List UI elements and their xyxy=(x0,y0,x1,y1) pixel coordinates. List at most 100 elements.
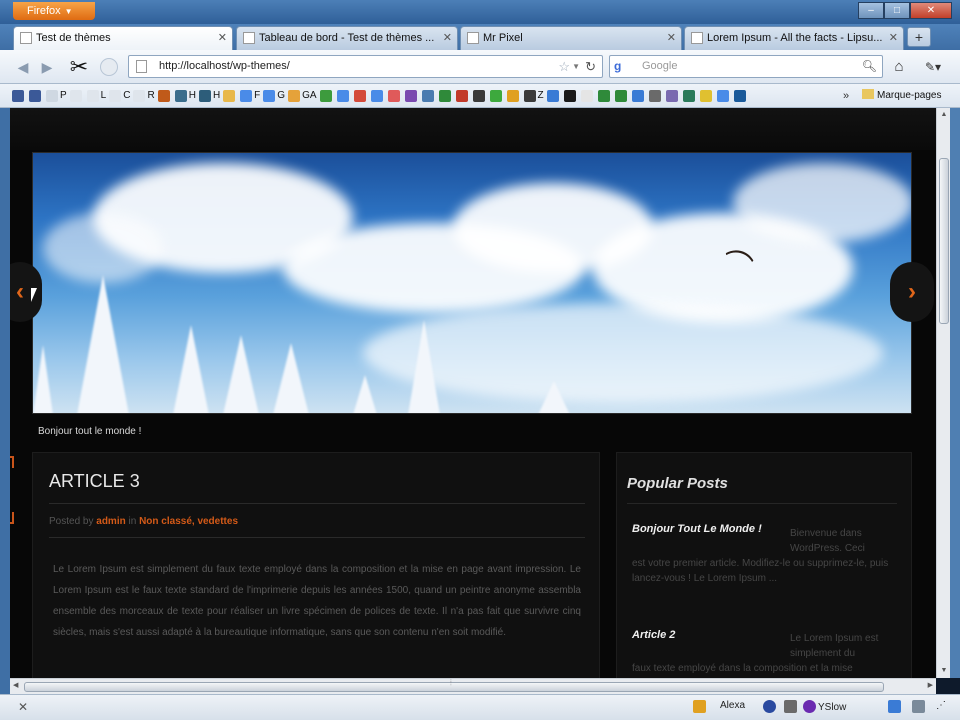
slider-next-button[interactable]: › xyxy=(890,262,934,322)
tab-tableau-de-bord[interactable]: Tableau de bord - Test de thèmes ... ✕ xyxy=(236,26,458,50)
forward-arrow-icon[interactable]: ▶ xyxy=(36,56,58,78)
popular-post-title[interactable]: Bonjour Tout Le Monde ! xyxy=(632,523,762,535)
addon-icon[interactable] xyxy=(784,700,799,713)
bookmark-item[interactable] xyxy=(489,89,504,102)
home-icon[interactable]: ⌂ xyxy=(888,56,910,78)
reload-icon[interactable]: ↻ xyxy=(585,56,596,77)
scroll-up-icon[interactable]: ▲ xyxy=(939,110,949,120)
close-tab-icon[interactable]: ✕ xyxy=(667,27,676,49)
bookmark-item[interactable]: C xyxy=(109,89,130,102)
close-tab-icon[interactable]: ✕ xyxy=(889,27,898,49)
tab-test-de-themes[interactable]: Test de thèmes ✕ xyxy=(13,26,233,50)
bookmark-item[interactable] xyxy=(631,89,646,102)
bookmark-item[interactable] xyxy=(455,89,470,102)
url-history-dropdown-icon[interactable]: ▼ xyxy=(572,56,580,77)
bookmark-item[interactable]: Z xyxy=(523,89,544,102)
url-bar[interactable]: http://localhost/wp-themes/ ☆ ▼ ↻ xyxy=(128,55,603,78)
bookmark-item[interactable] xyxy=(319,89,334,102)
slider-caption[interactable]: Bonjour tout le monde ! xyxy=(38,426,141,437)
search-input[interactable]: g Google 🔍︎ xyxy=(609,55,883,78)
bookmark-item[interactable]: GA xyxy=(288,89,317,102)
addon-icon[interactable] xyxy=(763,700,778,713)
bookmark-item[interactable]: L xyxy=(86,89,106,102)
bookmark-favicon-icon xyxy=(46,89,58,102)
featured-slider[interactable]: ⌒ xyxy=(32,152,912,414)
article-title[interactable]: ARTICLE 3 xyxy=(49,471,140,492)
slider-prev-button[interactable]: ‹ xyxy=(10,262,42,322)
bookmark-item[interactable] xyxy=(69,89,84,102)
bookmark-item[interactable] xyxy=(12,89,26,102)
scrollbar-thumb[interactable] xyxy=(24,682,884,692)
addon-icon[interactable] xyxy=(912,700,927,713)
category-links[interactable]: Non classé, vedettes xyxy=(139,516,238,527)
bookmark-item[interactable] xyxy=(546,89,561,102)
close-tab-icon[interactable]: ✕ xyxy=(218,27,227,49)
search-icon[interactable]: 🔍︎ xyxy=(862,56,877,77)
bookmark-item[interactable] xyxy=(29,89,43,102)
horizontal-scrollbar[interactable]: ◀ ⦙ ▶ xyxy=(10,678,936,694)
bookmark-item[interactable] xyxy=(648,89,663,102)
yslow-addon[interactable]: YSlow xyxy=(803,700,846,713)
bookmark-item[interactable] xyxy=(506,89,521,102)
scissors-icon[interactable]: ✂ xyxy=(64,54,94,80)
bookmark-item[interactable] xyxy=(421,89,436,102)
bookmark-item[interactable]: P xyxy=(46,89,67,102)
bookmark-item[interactable] xyxy=(370,89,385,102)
scroll-down-icon[interactable]: ▼ xyxy=(939,666,949,676)
author-link[interactable]: admin xyxy=(96,516,125,527)
alexa-addon[interactable]: Alexa xyxy=(720,700,745,711)
popular-post-title[interactable]: Article 2 xyxy=(632,629,675,641)
vertical-scrollbar[interactable]: ▲ ▼ xyxy=(936,108,950,678)
bookmark-item[interactable] xyxy=(580,89,595,102)
bookmark-item[interactable]: F xyxy=(240,89,261,102)
bookmark-label: F xyxy=(254,90,261,101)
stop-icon[interactable] xyxy=(100,58,118,76)
bookmark-item[interactable] xyxy=(157,89,172,102)
bookmark-item[interactable] xyxy=(699,89,714,102)
resize-grip-icon[interactable]: ⋰ xyxy=(936,700,946,711)
bookmark-item[interactable] xyxy=(223,89,237,102)
bookmark-item[interactable]: H xyxy=(174,89,196,102)
scrollbar-thumb[interactable] xyxy=(939,158,949,324)
bookmark-item[interactable]: R xyxy=(133,89,155,102)
bookmark-item[interactable] xyxy=(733,89,748,102)
bookmark-favicon-icon xyxy=(438,89,451,102)
bookmark-item[interactable]: H xyxy=(198,89,220,102)
bookmarks-overflow-chevron-icon[interactable]: » xyxy=(843,84,849,108)
tab-lorem-ipsum[interactable]: Lorem Ipsum - All the facts - Lipsu... ✕ xyxy=(684,26,904,50)
bookmarks-menu-button[interactable]: Marque-pages xyxy=(862,84,941,108)
scroll-right-icon[interactable]: ▶ xyxy=(928,681,933,689)
close-tab-icon[interactable]: ✕ xyxy=(443,27,452,49)
minimize-button[interactable]: – xyxy=(858,2,884,19)
maximize-button[interactable]: □ xyxy=(884,2,910,19)
firefox-menu-button[interactable]: Firefox ▼ xyxy=(13,2,95,20)
divider xyxy=(49,503,585,504)
addon-icon xyxy=(912,700,925,713)
bookmark-item[interactable] xyxy=(682,89,697,102)
bookmark-star-icon[interactable]: ☆ xyxy=(558,56,570,77)
bookmark-favicon-icon xyxy=(597,89,610,102)
bookmark-favicon-icon xyxy=(665,89,678,102)
bookmark-item[interactable] xyxy=(404,89,419,102)
search-engine-logo-icon[interactable]: g xyxy=(614,59,629,74)
bookmark-item[interactable] xyxy=(614,89,629,102)
bookmark-item[interactable] xyxy=(716,89,731,102)
scroll-left-icon[interactable]: ◀ xyxy=(13,681,18,689)
bookmark-item[interactable] xyxy=(387,89,402,102)
addon-menu-icon[interactable]: ✎▾ xyxy=(918,56,948,78)
bookmark-item[interactable] xyxy=(597,89,612,102)
close-addon-bar-icon[interactable]: ✕ xyxy=(18,700,28,714)
bookmark-item[interactable] xyxy=(563,89,578,102)
addon-icon[interactable] xyxy=(693,700,708,713)
bookmark-item[interactable] xyxy=(336,89,351,102)
bookmark-item[interactable] xyxy=(665,89,680,102)
bookmark-item[interactable] xyxy=(353,89,368,102)
addon-icon[interactable] xyxy=(888,700,903,713)
bookmark-item[interactable]: G xyxy=(263,89,285,102)
back-arrow-icon[interactable]: ◀ xyxy=(12,56,34,78)
close-window-button[interactable]: ✕ xyxy=(910,2,952,19)
bookmark-item[interactable] xyxy=(438,89,453,102)
bookmark-item[interactable] xyxy=(472,89,487,102)
tab-mr-pixel[interactable]: Mr Pixel ✕ xyxy=(460,26,682,50)
new-tab-button[interactable]: + xyxy=(907,27,931,47)
